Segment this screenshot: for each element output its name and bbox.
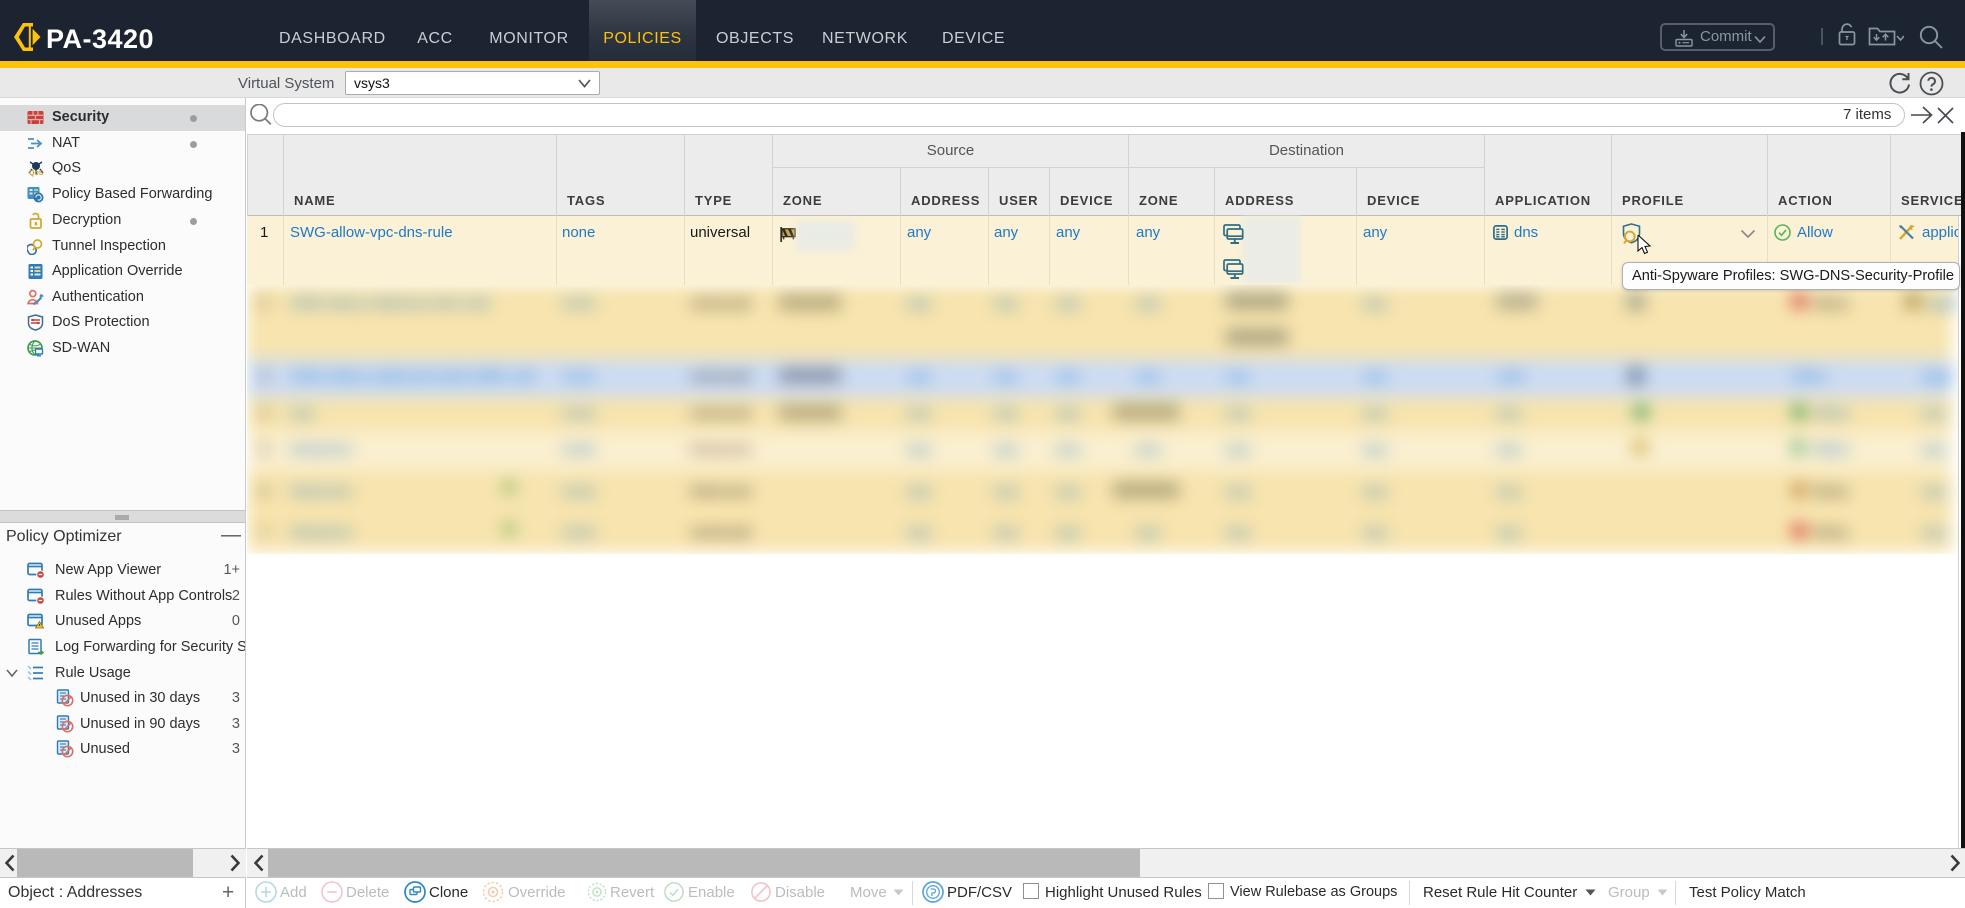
svg-text:QoS: QoS <box>29 170 44 177</box>
